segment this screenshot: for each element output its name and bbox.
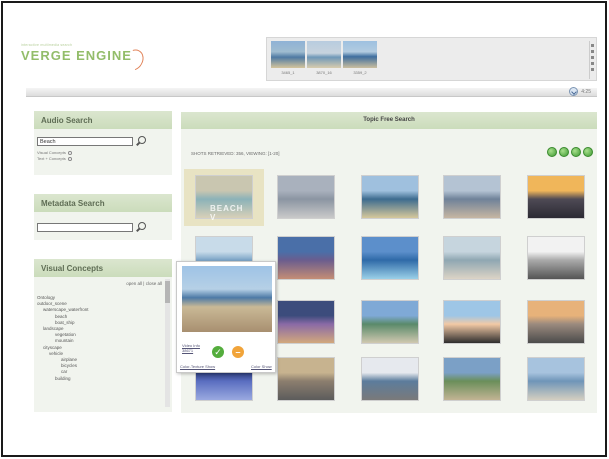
shot-id-link[interactable]: 38671	[182, 348, 193, 353]
result-thumbnail[interactable]	[277, 236, 335, 280]
strip-label-3: 3359_2	[353, 70, 367, 75]
strip-scrollbar[interactable]	[589, 41, 594, 79]
strip-thumb-3[interactable]	[343, 41, 377, 68]
result-thumbnail[interactable]: BEACH V	[195, 175, 253, 222]
close-all-link[interactable]: close all	[146, 281, 162, 286]
result-thumbnail[interactable]	[527, 175, 585, 219]
result-thumbnail[interactable]	[443, 300, 501, 344]
result-thumbnail[interactable]	[277, 357, 335, 401]
strip-thumb-1[interactable]	[271, 41, 305, 68]
thumbnail-caption: BEACH V	[210, 204, 244, 222]
accept-check-icon[interactable]: ✓	[212, 346, 224, 358]
results-count: SHOTS RETRIEVED: 356, VIEWING: [1-20]	[191, 151, 280, 156]
result-thumbnail[interactable]	[361, 300, 419, 344]
visual-concepts-panel: Visual Concepts open all | close all Ont…	[34, 259, 172, 412]
result-thumbnail[interactable]	[527, 236, 585, 280]
result-thumbnail[interactable]	[443, 175, 501, 219]
result-thumbnail[interactable]	[443, 236, 501, 280]
audio-search-title: Audio Search	[34, 111, 172, 129]
zoom-label: 4:25	[581, 88, 591, 95]
option-text-concepts[interactable]: Text + Concepts	[37, 156, 172, 161]
color-texture-link[interactable]: Color-Texture Show	[180, 364, 215, 369]
main-title: Topic Free Search	[181, 112, 597, 129]
tree-node[interactable]: building	[37, 376, 159, 382]
popup-preview-image	[182, 266, 272, 332]
zoom-icon[interactable]	[569, 87, 579, 96]
prev-page-button[interactable]	[559, 147, 569, 157]
audio-search-input[interactable]	[37, 137, 133, 146]
tree-scrollbar[interactable]	[165, 279, 170, 407]
strip-label-1: 3465_1	[281, 70, 295, 75]
radio-button[interactable]	[67, 156, 72, 161]
strip-label-2: 3870_16	[316, 70, 332, 75]
result-thumbnail[interactable]	[277, 175, 335, 219]
search-icon[interactable]	[135, 222, 146, 233]
tree-controls: open all | close all	[126, 281, 162, 286]
app-window: interactive multimedia search VERGE ENGI…	[1, 1, 607, 457]
app-tagline: interactive multimedia search	[21, 43, 73, 47]
result-thumbnail[interactable]	[527, 300, 585, 344]
last-page-button[interactable]	[583, 147, 593, 157]
reject-minus-icon[interactable]: –	[232, 346, 244, 358]
audio-search-panel: Audio Search Visual Concepts Text + Conc…	[34, 111, 172, 175]
result-thumbnail[interactable]	[527, 357, 585, 401]
option-visual-concepts[interactable]: Visual Concepts	[37, 150, 172, 155]
first-page-button[interactable]	[547, 147, 557, 157]
strip-thumb-2[interactable]	[307, 41, 341, 68]
toolbar-bar	[26, 88, 597, 97]
metadata-search-title: Metadata Search	[34, 194, 172, 212]
result-thumbnail[interactable]	[361, 175, 419, 219]
pagination	[547, 147, 593, 157]
search-icon[interactable]	[135, 136, 146, 147]
shot-strip: 3465_1 3870_16 3359_2	[266, 37, 597, 81]
result-thumbnail[interactable]	[361, 357, 419, 401]
open-all-link[interactable]: open all	[126, 281, 142, 286]
logo[interactable]: interactive multimedia search VERGE ENGI…	[21, 43, 148, 75]
color-show-link[interactable]: Color Show	[251, 364, 272, 369]
app-name: VERGE ENGINE	[21, 48, 132, 63]
result-thumbnail[interactable]	[361, 236, 419, 280]
metadata-search-panel: Metadata Search	[34, 194, 172, 240]
zoom-control[interactable]: 4:25	[569, 87, 591, 96]
result-thumbnail[interactable]	[277, 300, 335, 344]
radio-button[interactable]	[67, 150, 72, 155]
next-page-button[interactable]	[571, 147, 581, 157]
visual-concepts-title: Visual Concepts	[34, 259, 172, 277]
metadata-search-input[interactable]	[37, 223, 133, 232]
concept-tree: Ontology outdoor_scene waterscape_waterfro…	[37, 295, 159, 382]
shot-preview-popup: Video Info 38671 ✓ – Color-Texture Show …	[176, 261, 276, 373]
result-thumbnail[interactable]	[443, 357, 501, 401]
